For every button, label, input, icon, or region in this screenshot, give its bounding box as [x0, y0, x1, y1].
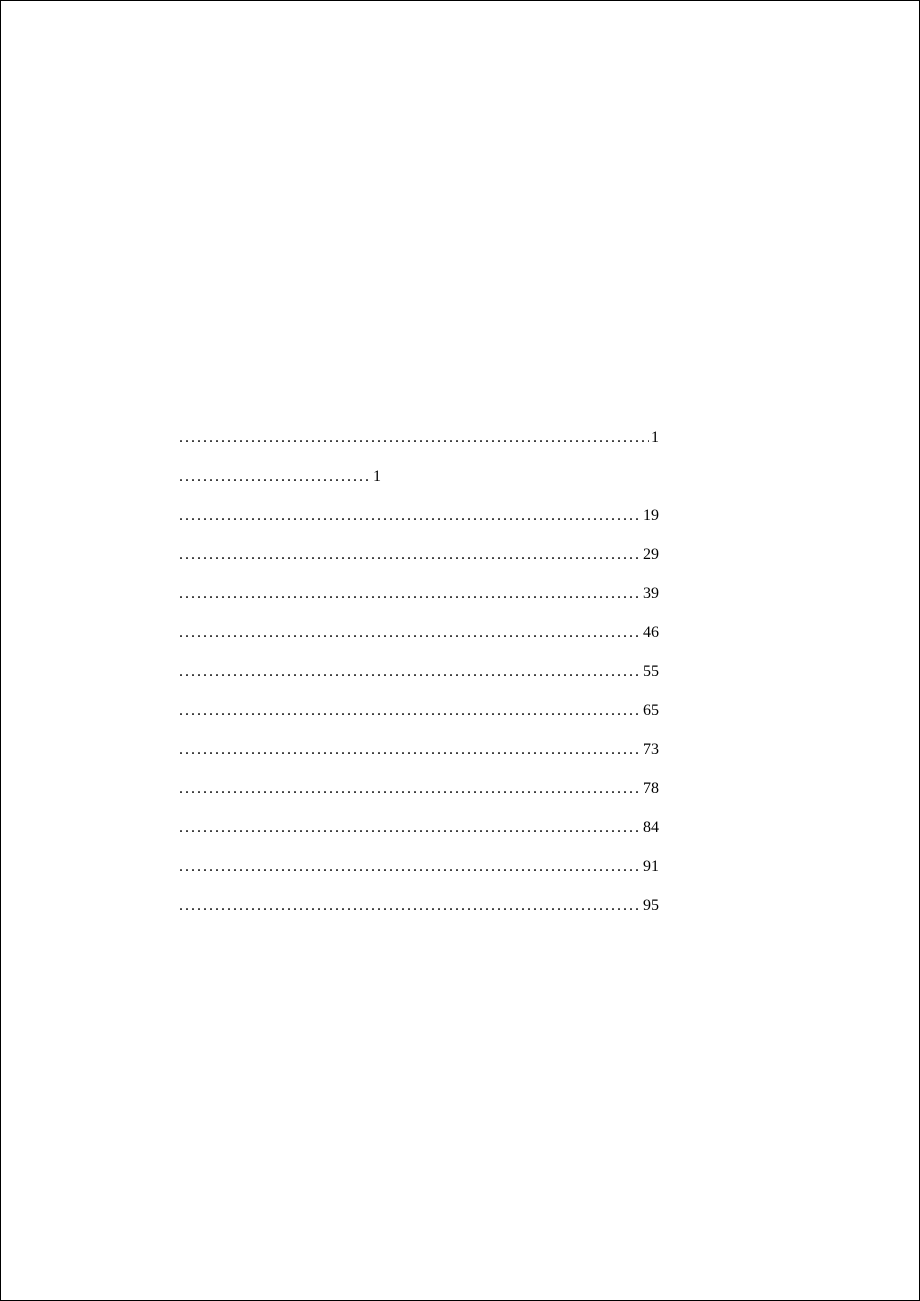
- toc-entry: 91: [179, 858, 659, 876]
- toc-entry-page: 84: [641, 819, 659, 837]
- toc-entry-page: 29: [641, 546, 659, 564]
- toc-entry: 84: [179, 819, 659, 837]
- toc-entry: 65: [179, 702, 659, 720]
- toc-entry-page: 78: [641, 780, 659, 798]
- toc-leader: [179, 780, 641, 798]
- toc-entry-page: 1: [371, 468, 381, 486]
- toc-leader: [179, 858, 641, 876]
- toc-entry-page: 65: [641, 702, 659, 720]
- toc-entry-page: 55: [641, 663, 659, 681]
- document-page: 1 1 19 29 39 46: [0, 0, 920, 1301]
- toc-leader: [179, 624, 641, 642]
- toc-entry-page: 73: [641, 741, 659, 759]
- toc-entry: 55: [179, 663, 659, 681]
- toc-entry: 95: [179, 897, 659, 915]
- toc-entry: 73: [179, 741, 659, 759]
- toc-leader: [179, 702, 641, 720]
- toc-leader: [179, 507, 641, 525]
- toc-leader: [179, 819, 641, 837]
- toc-entry-page: 46: [641, 624, 659, 642]
- toc-entry: 29: [179, 546, 659, 564]
- toc-entry: 19: [179, 507, 659, 525]
- toc-entry: 39: [179, 585, 659, 603]
- table-of-contents: 1 1 19 29 39 46: [179, 429, 659, 915]
- toc-entry: 1: [179, 468, 381, 486]
- toc-leader: [179, 663, 641, 681]
- toc-leader: [179, 585, 641, 603]
- toc-entry-page: 91: [641, 858, 659, 876]
- toc-entry-page: 19: [641, 507, 659, 525]
- toc-leader: [179, 468, 371, 486]
- toc-leader: [179, 897, 641, 915]
- toc-entry: 78: [179, 780, 659, 798]
- toc-entry-page: 95: [641, 897, 659, 915]
- toc-entry: 46: [179, 624, 659, 642]
- toc-leader: [179, 546, 641, 564]
- toc-entry-page: 1: [649, 429, 659, 447]
- toc-entry-page: 39: [641, 585, 659, 603]
- toc-leader: [179, 741, 641, 759]
- toc-leader: [179, 429, 649, 447]
- toc-entry: 1: [179, 429, 659, 447]
